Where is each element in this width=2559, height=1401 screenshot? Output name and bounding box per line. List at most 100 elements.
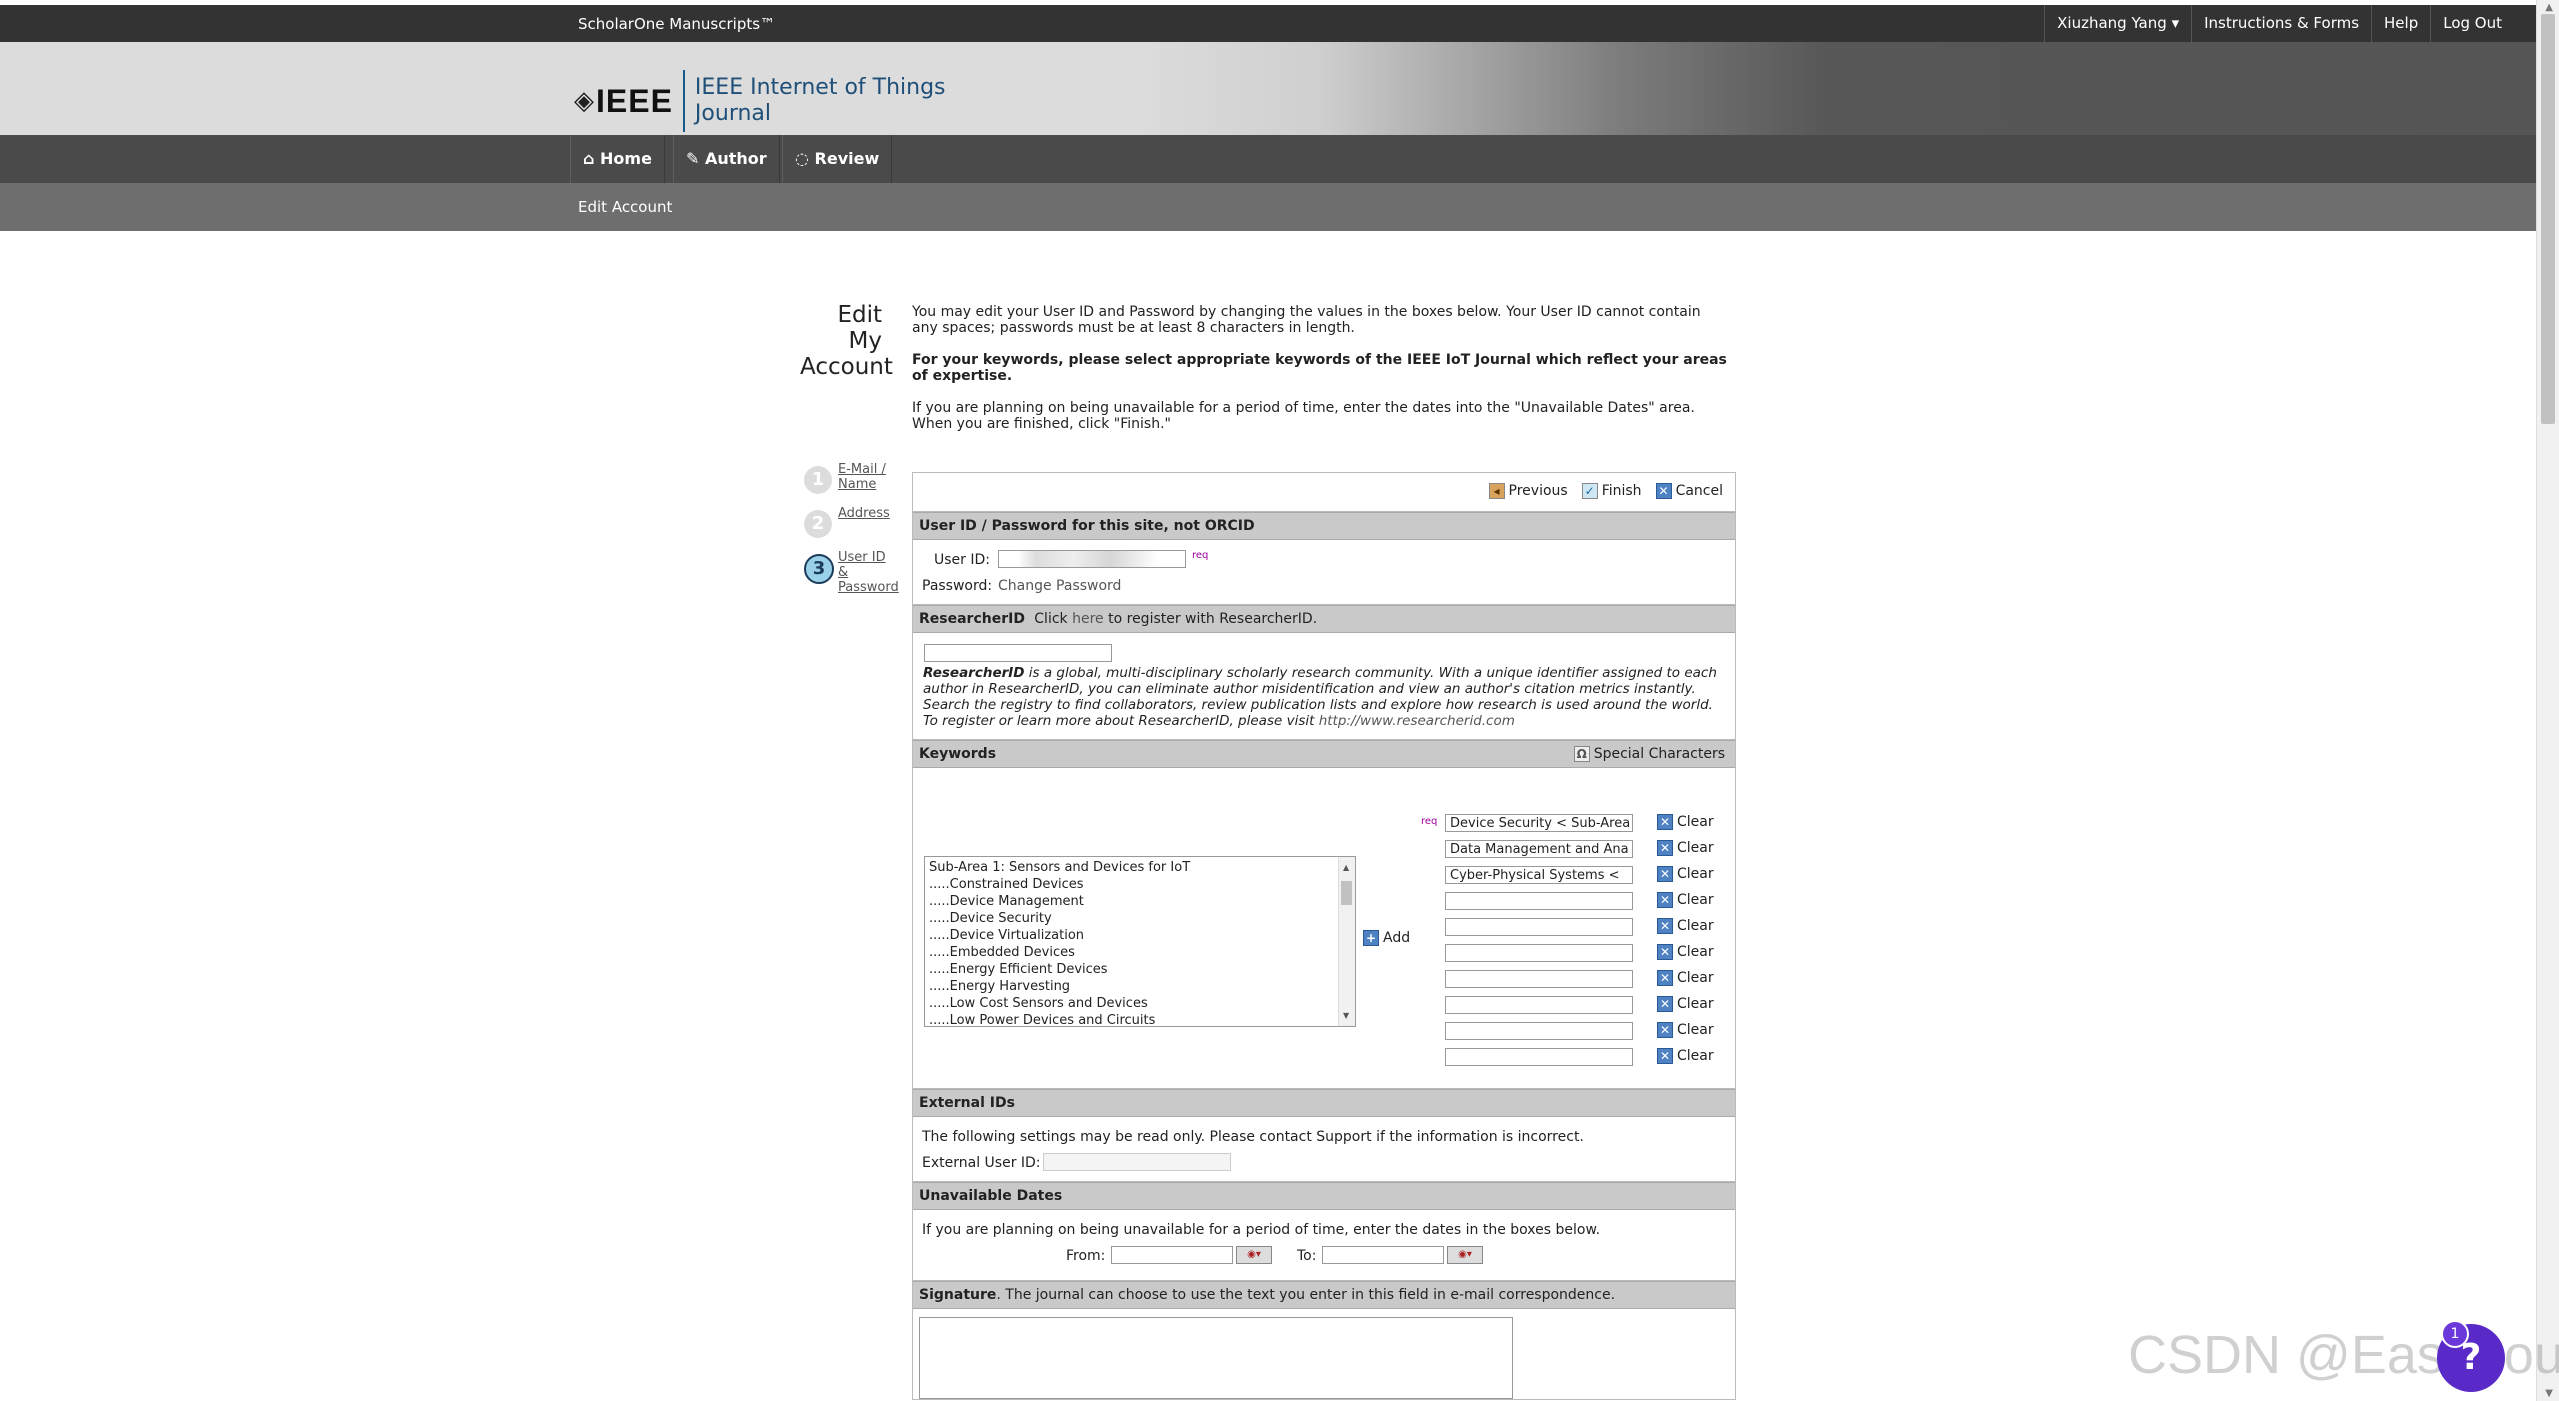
keyword-input[interactable] (1445, 1048, 1633, 1066)
special-characters-button[interactable]: Ω Special Characters (1573, 741, 1725, 767)
keyword-input[interactable]: Device Security < Sub-Area (1445, 814, 1633, 832)
keywords-section: Sub-Area 1: Sensors and Devices for IoT … (913, 768, 1735, 1089)
calendar-icon[interactable]: ◉▾ (1236, 1246, 1272, 1264)
nav-author[interactable]: ✎ Author (673, 135, 780, 183)
researcherid-here-link[interactable]: here (1072, 611, 1104, 627)
keyword-slot: Cyber-Physical Systems < ✕ Clear (1445, 864, 1725, 886)
userid-input[interactable] (998, 550, 1186, 568)
keyword-slot: ✕ Clear (1445, 1020, 1725, 1042)
logout-link[interactable]: Log Out (2430, 5, 2537, 42)
list-item[interactable]: .....Device Management (929, 893, 1351, 910)
nav-home[interactable]: ⌂ Home (570, 135, 665, 183)
researcherid-section-heading: ResearcherID Click here to register with… (913, 605, 1735, 633)
keywords-section-heading: Keywords Ω Special Characters (913, 740, 1735, 768)
keyword-slot: ✕ Clear (1445, 994, 1725, 1016)
scroll-down-icon[interactable]: ▼ (1343, 1007, 1349, 1024)
clear-button[interactable]: ✕ Clear (1657, 918, 1714, 934)
list-item[interactable]: .....Constrained Devices (929, 876, 1351, 893)
external-ids-section: The following settings may be read only.… (913, 1117, 1735, 1182)
nav-review[interactable]: ◌ Review (782, 135, 893, 183)
clear-button[interactable]: ✕ Clear (1657, 996, 1714, 1012)
clear-button[interactable]: ✕ Clear (1657, 944, 1714, 960)
list-item[interactable]: .....Energy Harvesting (929, 978, 1351, 995)
clear-button[interactable]: ✕ Clear (1657, 814, 1714, 830)
list-item[interactable]: .....Device Security (929, 910, 1351, 927)
close-icon: ✕ (1655, 483, 1672, 499)
keyword-input[interactable] (1445, 970, 1633, 988)
keyword-list[interactable]: Sub-Area 1: Sensors and Devices for IoT … (924, 856, 1356, 1027)
omega-icon: Ω (1573, 746, 1590, 762)
keyword-slot: Data Management and Ana ✕ Clear (1445, 838, 1725, 860)
clear-button[interactable]: ✕ Clear (1657, 1022, 1714, 1038)
home-icon: ⌂ (583, 149, 595, 168)
signature-heading: Signature. The journal can choose to use… (913, 1281, 1735, 1309)
finish-button[interactable]: ✓ Finish (1581, 483, 1642, 499)
comment-icon: ◌ (795, 149, 809, 168)
keyword-input[interactable]: Data Management and Ana (1445, 840, 1633, 858)
user-menu[interactable]: Xiuzhang Yang ▾ (2044, 5, 2191, 42)
previous-button[interactable]: ◂ Previous (1488, 483, 1568, 499)
clear-button[interactable]: ✕ Clear (1657, 892, 1714, 908)
scroll-thumb[interactable] (2541, 14, 2555, 424)
add-keyword-button[interactable]: + Add (1363, 930, 1410, 946)
list-item[interactable]: Sub-Area 1: Sensors and Devices for IoT (929, 859, 1351, 876)
scroll-up-icon[interactable]: ▲ (1343, 859, 1349, 876)
page-scrollbar[interactable]: ▲ ▼ (2536, 0, 2559, 1401)
userid-section-heading: User ID / Password for this site, not OR… (913, 512, 1735, 540)
clear-button[interactable]: ✕ Clear (1657, 970, 1714, 986)
header-banner: ◈ IEEE IEEE Internet of Things Journal (0, 42, 2537, 135)
calendar-icon[interactable]: ◉▾ (1447, 1246, 1483, 1264)
researcherid-input[interactable] (924, 644, 1112, 662)
list-item[interactable]: .....Low Cost Sensors and Devices (929, 995, 1351, 1012)
userid-label: User ID: (934, 552, 990, 568)
researcherid-section: ResearcherID is a global, multi-discipli… (913, 633, 1735, 740)
keyword-input[interactable] (1445, 892, 1633, 910)
keyword-input[interactable] (1445, 1022, 1633, 1040)
to-date-input[interactable] (1322, 1246, 1444, 1264)
check-icon: ✓ (1581, 483, 1598, 499)
close-icon: ✕ (1657, 1022, 1673, 1038)
keyword-list-scrollbar[interactable]: ▲ ▼ (1338, 857, 1355, 1026)
scroll-down-icon[interactable]: ▼ (2545, 1388, 2553, 1399)
researcherid-site-link[interactable]: http://www.researcherid.com (1319, 713, 1515, 729)
userid-section: User ID: req Password: Change Password (913, 540, 1735, 605)
cancel-button[interactable]: ✕ Cancel (1655, 483, 1723, 499)
close-icon: ✕ (1657, 1048, 1673, 1064)
clear-button[interactable]: ✕ Clear (1657, 840, 1714, 856)
keyword-input[interactable] (1445, 996, 1633, 1014)
keyword-slot: ✕ Clear (1445, 916, 1725, 938)
keyword-slot: ✕ Clear (1445, 1046, 1725, 1068)
signature-textarea[interactable] (919, 1317, 1513, 1399)
list-item[interactable]: .....Energy Efficient Devices (929, 961, 1351, 978)
help-link[interactable]: Help (2371, 5, 2430, 42)
unavailable-dates-heading: Unavailable Dates (913, 1182, 1735, 1210)
scroll-up-icon[interactable]: ▲ (2545, 2, 2553, 13)
clear-button[interactable]: ✕ Clear (1657, 1048, 1714, 1064)
from-date-input[interactable] (1111, 1246, 1233, 1264)
previous-icon: ◂ (1488, 483, 1505, 499)
list-item[interactable]: .....Device Virtualization (929, 927, 1351, 944)
close-icon: ✕ (1657, 892, 1673, 908)
edit-account-link[interactable]: Edit Account (578, 198, 672, 216)
clear-button[interactable]: ✕ Clear (1657, 866, 1714, 882)
intro-text: You may edit your User ID and Password b… (912, 304, 1727, 432)
brand-name: ScholarOne Manuscripts™ (578, 15, 776, 33)
unavailable-dates-section: If you are planning on being unavailable… (913, 1210, 1735, 1281)
close-icon: ✕ (1657, 970, 1673, 986)
list-item[interactable]: .....Low Power Devices and Circuits (929, 1012, 1351, 1026)
keyword-input[interactable] (1445, 918, 1633, 936)
instructions-forms-link[interactable]: Instructions & Forms (2191, 5, 2371, 42)
close-icon: ✕ (1657, 866, 1673, 882)
list-item[interactable]: .....Embedded Devices (929, 944, 1351, 961)
journal-logo[interactable]: ◈ IEEE IEEE Internet of Things Journal (574, 70, 946, 132)
close-icon: ✕ (1657, 944, 1673, 960)
change-password-link[interactable]: Change Password (998, 578, 1121, 594)
external-ids-note: The following settings may be read only.… (922, 1129, 1584, 1145)
required-marker: req (1421, 816, 1438, 827)
keyword-input[interactable]: Cyber-Physical Systems < (1445, 866, 1633, 884)
close-icon: ✕ (1657, 918, 1673, 934)
keyword-input[interactable] (1445, 944, 1633, 962)
ieee-diamond-icon: ◈ (574, 86, 594, 116)
sub-nav: Edit Account (0, 183, 2537, 231)
from-label: From: (1066, 1248, 1106, 1264)
